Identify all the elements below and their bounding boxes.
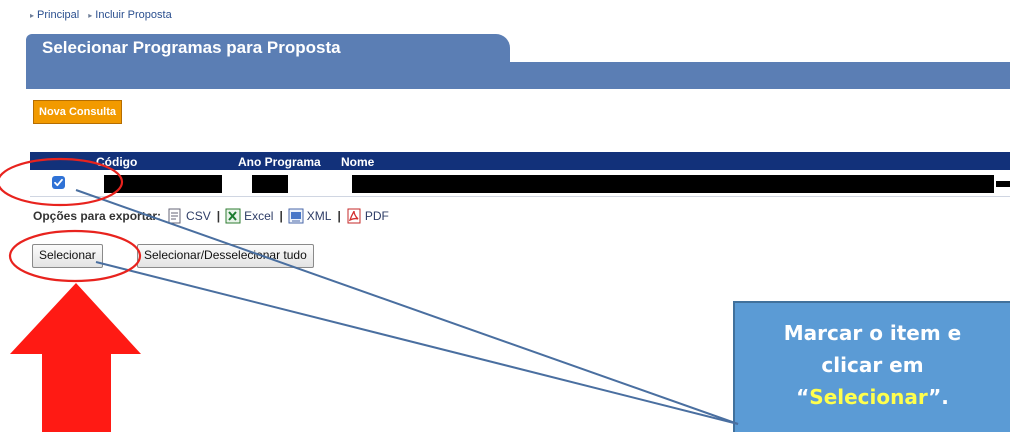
breadcrumb-link-principal[interactable]: Principal (37, 9, 79, 21)
export-csv-link[interactable]: CSV (167, 208, 211, 224)
pointer-line (95, 261, 739, 425)
export-separator: | (279, 209, 283, 223)
column-header-codigo[interactable]: Código (96, 155, 137, 169)
selecionar-button[interactable]: Selecionar (32, 244, 103, 268)
header-band (26, 62, 1010, 89)
export-excel-link[interactable]: Excel (225, 208, 273, 224)
redacted-ano-cell (252, 175, 288, 193)
export-xml-link[interactable]: XML (288, 208, 332, 224)
export-pdf-label: PDF (364, 209, 389, 223)
checkmark-icon (54, 178, 63, 187)
breadcrumb-separator-icon: ▸ (88, 11, 93, 20)
redacted-nome-cell-overflow (996, 181, 1010, 187)
page-title: Selecionar Programas para Proposta (42, 38, 341, 57)
export-separator: | (216, 209, 221, 223)
callout-quote-open: “ (796, 385, 810, 409)
column-header-ano-programa[interactable]: Ano Programa (238, 155, 321, 169)
redacted-codigo-cell (104, 175, 222, 193)
row-select-checkbox[interactable] (52, 176, 65, 189)
export-xml-label: XML (306, 209, 332, 223)
red-up-arrow-icon (10, 283, 141, 432)
csv-file-icon (168, 208, 181, 224)
redacted-nome-cell (352, 175, 994, 193)
callout-line-1: Marcar o item e (783, 321, 962, 345)
xml-file-icon (288, 208, 304, 224)
breadcrumb-separator-icon: ▸ (30, 11, 35, 20)
export-pdf-link[interactable]: PDF (346, 208, 389, 224)
callout-highlight: Selecionar (809, 385, 929, 409)
export-options: Opções para exportar: CSV | Excel | XML … (33, 208, 393, 224)
pointer-line (75, 189, 739, 425)
export-csv-label: CSV (186, 209, 211, 223)
breadcrumb: ▸ Principal ▸ Incluir Proposta (30, 9, 178, 21)
table-header (30, 152, 1010, 170)
instruction-callout: Marcar o item e clicar em “Selecionar”. (733, 301, 1010, 432)
breadcrumb-link-incluir-proposta[interactable]: Incluir Proposta (95, 9, 171, 21)
column-header-nome[interactable]: Nome (341, 155, 374, 169)
nova-consulta-button[interactable]: Nova Consulta (33, 100, 123, 124)
pdf-file-icon (347, 208, 361, 224)
callout-quote-close: ”. (928, 385, 949, 409)
export-separator: | (337, 209, 341, 223)
export-label: Opções para exportar: (33, 209, 162, 223)
export-excel-label: Excel (244, 209, 274, 223)
callout-line-3: “Selecionar”. (735, 381, 1010, 413)
select-deselect-all-button[interactable]: Selecionar/Desselecionar tudo (137, 244, 314, 268)
callout-line-2: clicar em (821, 353, 924, 377)
excel-file-icon (225, 208, 241, 224)
instruction-callout-text: Marcar o item e clicar em “Selecionar”. (735, 317, 1010, 413)
